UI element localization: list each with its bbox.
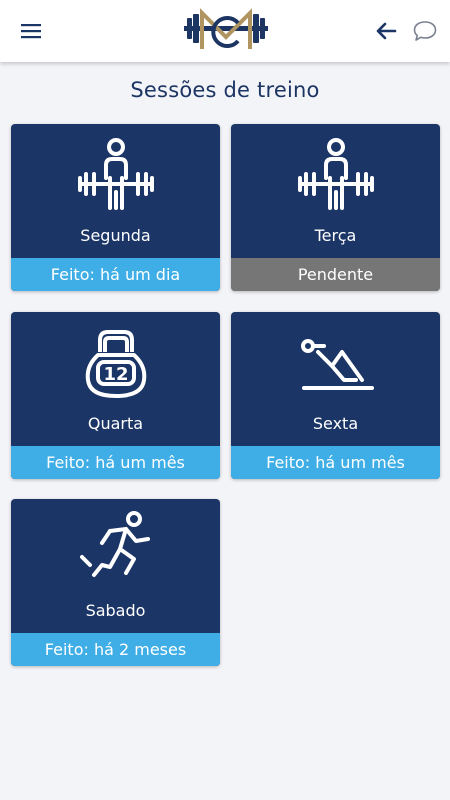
session-day-label: Terça xyxy=(314,226,357,245)
session-day-label: Sexta xyxy=(312,414,359,433)
page-title: Sessões de treino xyxy=(130,78,320,102)
app-header xyxy=(0,0,450,62)
back-button[interactable] xyxy=(370,16,402,46)
app-logo xyxy=(180,3,272,59)
session-card-terca[interactable]: Terça Pendente xyxy=(231,124,440,291)
weightlifter-icon xyxy=(77,138,154,210)
menu-button[interactable] xyxy=(14,16,48,46)
weightlifter-icon xyxy=(297,138,374,210)
chat-button[interactable] xyxy=(408,14,442,48)
session-day-label: Sabado xyxy=(85,601,146,620)
session-card-quarta[interactable]: 12 Quarta Feito: há um mês xyxy=(11,312,220,479)
session-day-label: Segunda xyxy=(80,226,151,245)
runner-icon xyxy=(79,511,150,577)
session-status: Feito: há um mês xyxy=(231,446,440,479)
session-card-sabado[interactable]: Sabado Feito: há 2 meses xyxy=(11,499,220,666)
session-card-sexta[interactable]: Sexta Feito: há um mês xyxy=(231,312,440,479)
session-status: Pendente xyxy=(231,258,440,291)
situp-exercise-icon xyxy=(300,339,374,390)
session-card-segunda[interactable]: Segunda Feito: há um dia xyxy=(11,124,220,291)
session-status: Feito: há 2 meses xyxy=(11,633,220,666)
svg-text:12: 12 xyxy=(103,364,128,385)
hamburger-menu-icon xyxy=(21,24,41,39)
kettlebell-12-icon: 12 xyxy=(85,330,146,398)
arrow-left-icon xyxy=(376,22,397,40)
session-status: Feito: há um mês xyxy=(11,446,220,479)
chat-bubble-icon xyxy=(413,21,437,41)
session-status: Feito: há um dia xyxy=(11,258,220,291)
session-day-label: Quarta xyxy=(87,414,144,433)
